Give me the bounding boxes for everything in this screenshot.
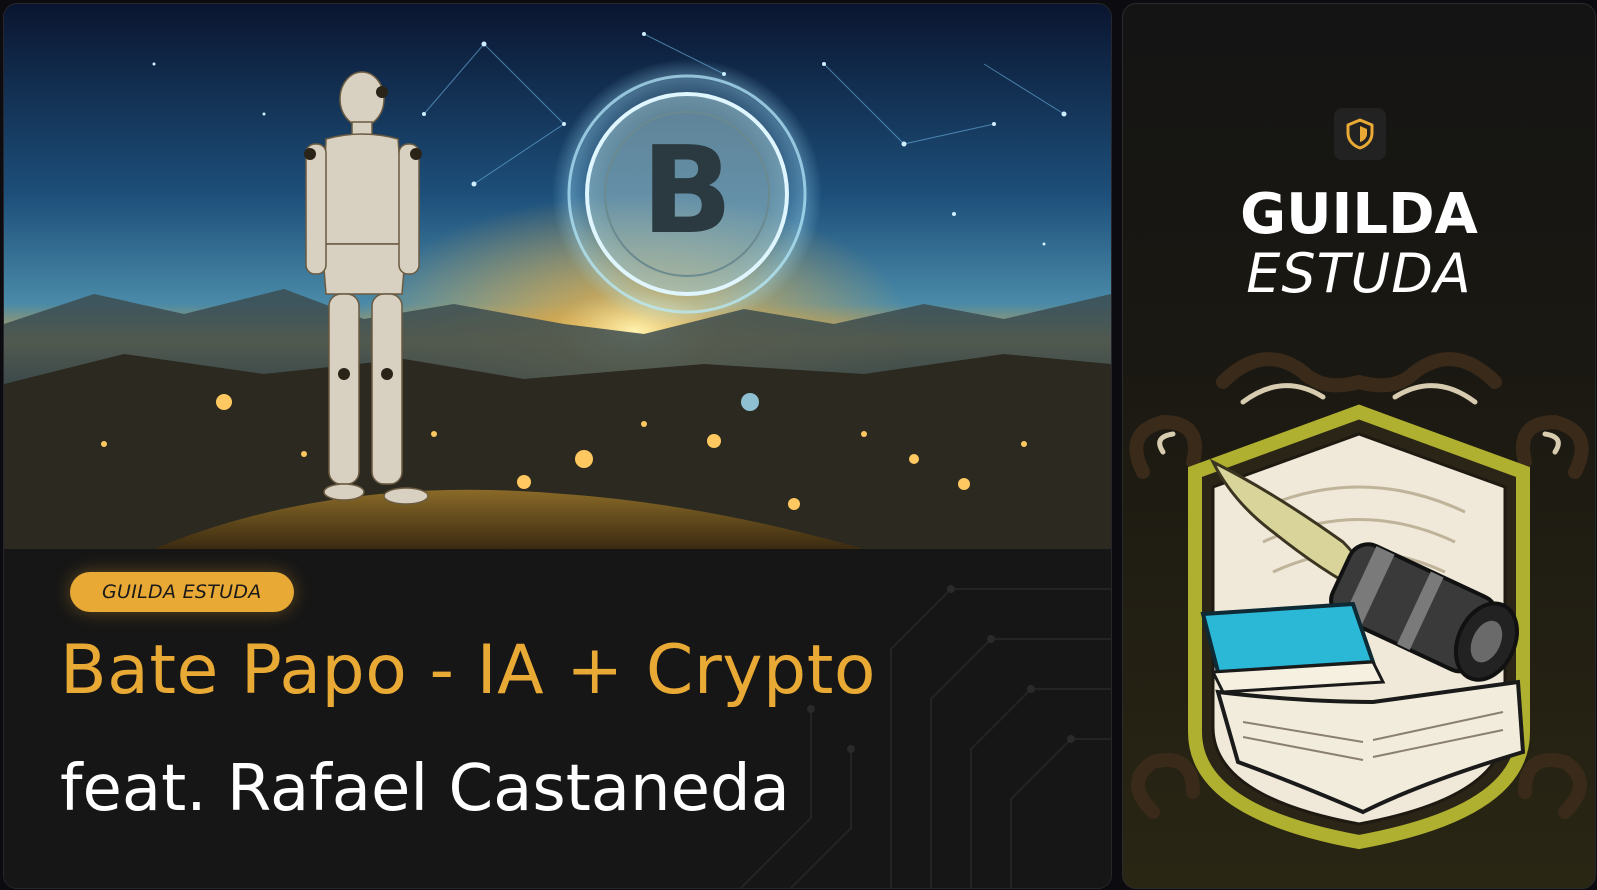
event-subtitle: feat. Rafael Castaneda [60,752,790,826]
event-title: Bate Papo - IA + Crypto [60,631,876,710]
brand-title: GUILDA [1240,182,1478,247]
category-badge: GUILDA ESTUDA [70,572,294,612]
brand-card[interactable]: GUILDA ESTUDA [1122,3,1596,889]
emblem-illustration [1123,342,1595,888]
brand-subtitle: ESTUDA [1246,242,1472,305]
page: B GUILDA ESTUDA Bate Papo - IA + Crypto … [0,0,1597,890]
hero-image: B [4,4,1111,549]
circuit-pattern [740,585,1111,888]
event-info: GUILDA ESTUDA Bate Papo - IA + Crypto fe… [4,549,1111,888]
shield-icon [1334,108,1386,160]
event-card[interactable]: B GUILDA ESTUDA Bate Papo - IA + Crypto … [3,3,1112,889]
svg-text:B: B [641,122,732,261]
